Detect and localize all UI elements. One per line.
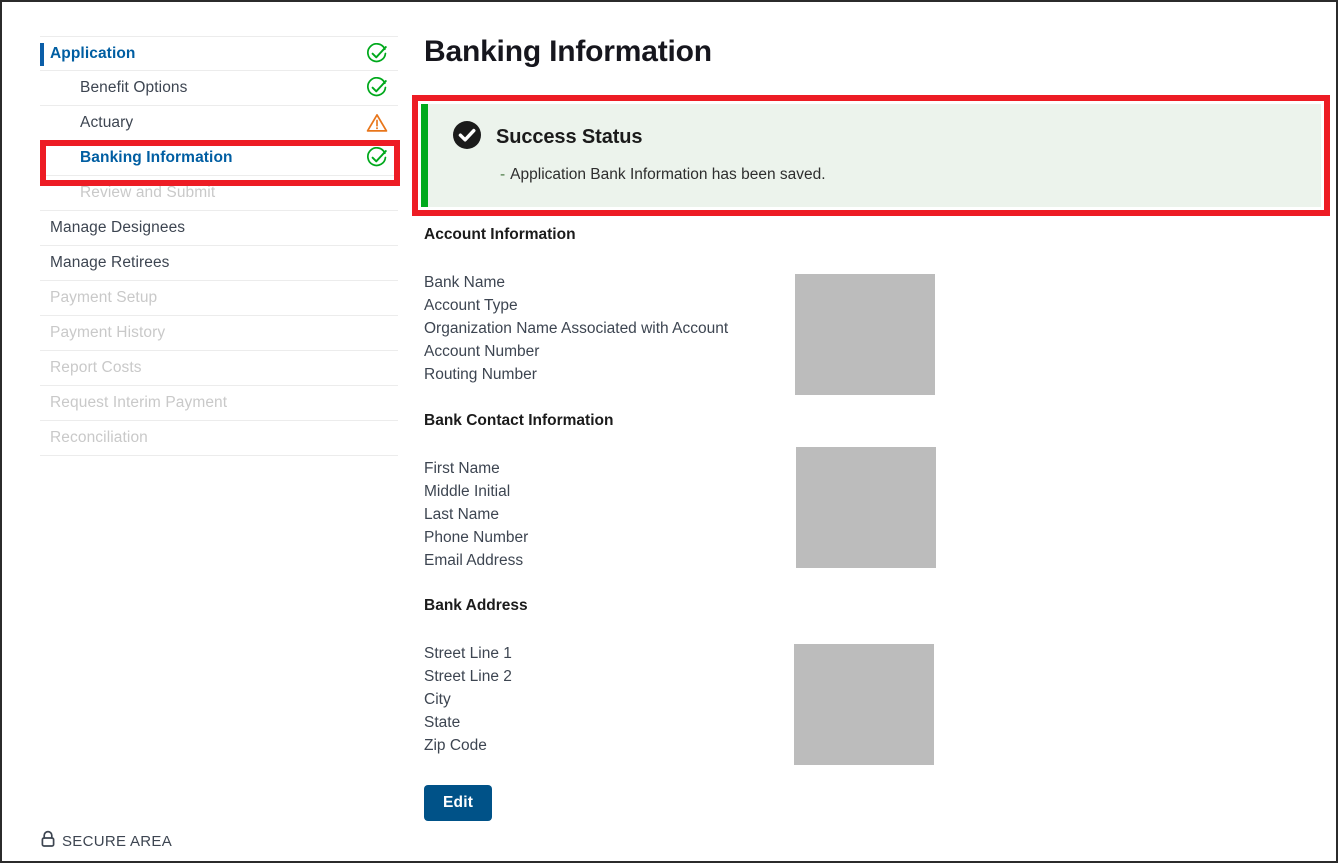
sidebar-item-manage-designees[interactable]: Manage Designees: [40, 211, 398, 246]
field-label-list: Bank NameAccount TypeOrganization Name A…: [424, 271, 1124, 386]
sidebar-item-label: Manage Retirees: [50, 254, 170, 272]
check-circle-icon: [366, 147, 388, 169]
redacted-contact-values: [796, 447, 936, 568]
main-content: Banking Information: [424, 32, 1314, 72]
field-label: State: [424, 711, 1124, 734]
sidebar-item-payment-history: Payment History: [40, 316, 398, 351]
section-title: Bank Contact Information: [424, 412, 1124, 430]
sidebar-item-label: Payment Setup: [50, 289, 157, 307]
field-label: Street Line 2: [424, 665, 1124, 688]
sidebar-item-reconciliation: Reconciliation: [40, 421, 398, 456]
field-label: Street Line 1: [424, 642, 1124, 665]
field-label: Bank Name: [424, 271, 1124, 294]
section-bank-address: Bank Address Street Line 1Street Line 2Ci…: [424, 597, 1124, 757]
field-label: Last Name: [424, 503, 1124, 526]
sidebar-item-request-interim-payment: Request Interim Payment: [40, 386, 398, 421]
sidebar-item-label: Report Costs: [50, 359, 142, 377]
field-label: Account Number: [424, 340, 1124, 363]
section-title: Bank Address: [424, 597, 1124, 615]
sidebar-item-payment-setup: Payment Setup: [40, 281, 398, 316]
active-accent-bar: [40, 43, 44, 66]
warning-triangle-icon: [366, 112, 388, 134]
sidebar-item-review-and-submit: Review and Submit: [40, 176, 398, 211]
sidebar-item-label: Manage Designees: [50, 219, 185, 237]
sidebar-item-report-costs: Report Costs: [40, 351, 398, 386]
check-circle-filled-icon: [452, 120, 482, 155]
field-label: Account Type: [424, 294, 1124, 317]
field-label: Phone Number: [424, 526, 1124, 549]
sidebar-item-label: Benefit Options: [80, 79, 187, 97]
sidebar-item-application[interactable]: Application: [40, 36, 398, 71]
lock-icon: [40, 830, 56, 853]
application-page: Application Benefit Options Actuary Banking…: [0, 0, 1338, 863]
section-account-information: Account Information Bank NameAccount Type…: [424, 226, 1124, 386]
alert-bullet-dash: -: [500, 166, 505, 183]
edit-button[interactable]: Edit: [424, 785, 492, 821]
success-status-alert: Success Status -Application Bank Informa…: [421, 104, 1321, 207]
sidebar-item-label: Actuary: [80, 114, 133, 132]
sidebar-item-label: Application: [50, 45, 136, 63]
sidebar-item-banking-information[interactable]: Banking Information: [40, 141, 398, 176]
field-label: City: [424, 688, 1124, 711]
sidebar-item-label: Payment History: [50, 324, 165, 342]
sidebar-item-actuary[interactable]: Actuary: [40, 106, 398, 141]
alert-header: Success Status: [452, 120, 1301, 155]
secure-area-label: SECURE AREA: [62, 833, 172, 850]
field-label: Organization Name Associated with Accoun…: [424, 317, 1124, 340]
secure-area-footer: SECURE AREA: [40, 830, 172, 853]
page-title: Banking Information: [424, 32, 1314, 72]
field-label-list: First NameMiddle InitialLast NamePhone N…: [424, 457, 1124, 572]
field-label: Zip Code: [424, 734, 1124, 757]
field-label-list: Street Line 1Street Line 2CityStateZip C…: [424, 642, 1124, 757]
sidebar-item-benefit-options[interactable]: Benefit Options: [40, 71, 398, 106]
section-title: Account Information: [424, 226, 1124, 244]
sidebar-item-label: Review and Submit: [80, 184, 215, 202]
alert-message: Application Bank Information has been sa…: [510, 166, 825, 183]
sidebar-navigation: Application Benefit Options Actuary Banking…: [40, 36, 398, 456]
check-circle-icon: [366, 43, 388, 65]
alert-title: Success Status: [496, 126, 642, 149]
sidebar-item-label: Request Interim Payment: [50, 394, 227, 412]
field-label: Routing Number: [424, 363, 1124, 386]
check-circle-icon: [366, 77, 388, 99]
field-label: Email Address: [424, 549, 1124, 572]
redacted-account-values: [795, 274, 935, 395]
field-label: Middle Initial: [424, 480, 1124, 503]
field-label: First Name: [424, 457, 1124, 480]
alert-message-row: -Application Bank Information has been s…: [500, 166, 1301, 184]
redacted-address-values: [794, 644, 934, 765]
sidebar-item-label: Banking Information: [80, 149, 233, 167]
sidebar-item-manage-retirees[interactable]: Manage Retirees: [40, 246, 398, 281]
section-bank-contact-information: Bank Contact Information First NameMiddle…: [424, 412, 1124, 572]
sidebar-item-label: Reconciliation: [50, 429, 148, 447]
